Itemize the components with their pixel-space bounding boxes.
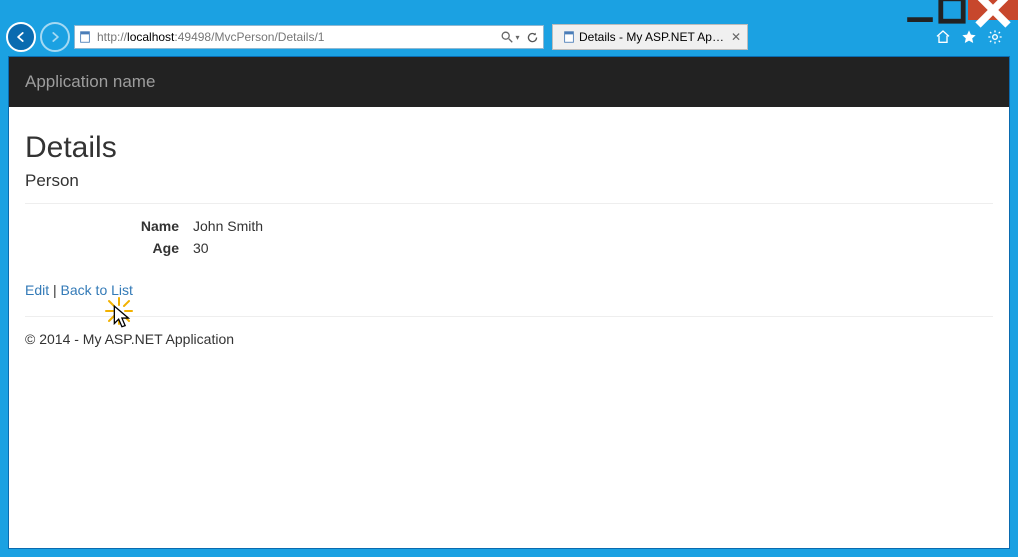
edit-link[interactable]: Edit <box>25 282 49 298</box>
browser-window: http://localhost:49498/MvcPerson/Details… <box>0 0 1018 557</box>
footer-text: © 2014 - My ASP.NET Application <box>25 331 993 359</box>
page-body: Details Person Name John Smith Age 30 Ed… <box>9 107 1009 548</box>
favorites-icon[interactable] <box>960 28 978 46</box>
toolbar-icons <box>926 28 1012 46</box>
back-to-list-link[interactable]: Back to List <box>61 282 133 298</box>
definition-list: Name John Smith Age 30 <box>33 218 993 256</box>
window-minimize-button[interactable] <box>904 0 936 20</box>
brand-link[interactable]: Application name <box>25 72 155 92</box>
browser-tab[interactable]: Details - My ASP.NET Appli... ✕ <box>552 24 748 50</box>
divider <box>25 203 993 204</box>
url-host: localhost <box>127 30 174 44</box>
footer-divider <box>25 316 993 317</box>
field-name-value: John Smith <box>193 218 993 234</box>
tab-title: Details - My ASP.NET Appli... <box>579 30 727 44</box>
tab-close-icon[interactable]: ✕ <box>727 30 741 44</box>
page-title: Details <box>25 131 993 165</box>
field-name-label: Name <box>33 218 193 234</box>
tab-strip: Details - My ASP.NET Appli... ✕ <box>552 24 748 50</box>
refresh-icon[interactable] <box>521 26 543 48</box>
app-navbar: Application name <box>9 57 1009 107</box>
nav-back-button[interactable] <box>6 22 36 52</box>
page-icon <box>75 30 95 44</box>
window-titlebar <box>0 0 1018 22</box>
browser-toolbar: http://localhost:49498/MvcPerson/Details… <box>0 22 1018 56</box>
tab-page-icon <box>559 30 579 44</box>
action-links: Edit | Back to List <box>25 282 993 298</box>
tools-icon[interactable] <box>986 28 1004 46</box>
window-close-button[interactable] <box>968 0 1018 20</box>
url-path: :49498/MvcPerson/Details/1 <box>174 30 324 44</box>
nav-forward-button[interactable] <box>40 22 70 52</box>
home-icon[interactable] <box>934 28 952 46</box>
field-age-value: 30 <box>193 240 993 256</box>
link-separator: | <box>49 282 60 298</box>
address-text[interactable]: http://localhost:49498/MvcPerson/Details… <box>95 30 499 44</box>
page-subtitle: Person <box>25 171 993 191</box>
page-viewport: Application name Details Person Name Joh… <box>8 56 1010 549</box>
address-bar[interactable]: http://localhost:49498/MvcPerson/Details… <box>74 25 544 49</box>
url-scheme: http:// <box>97 30 127 44</box>
window-maximize-button[interactable] <box>936 0 968 20</box>
field-age-label: Age <box>33 240 193 256</box>
search-dropdown-icon[interactable]: ▾ <box>499 26 521 48</box>
